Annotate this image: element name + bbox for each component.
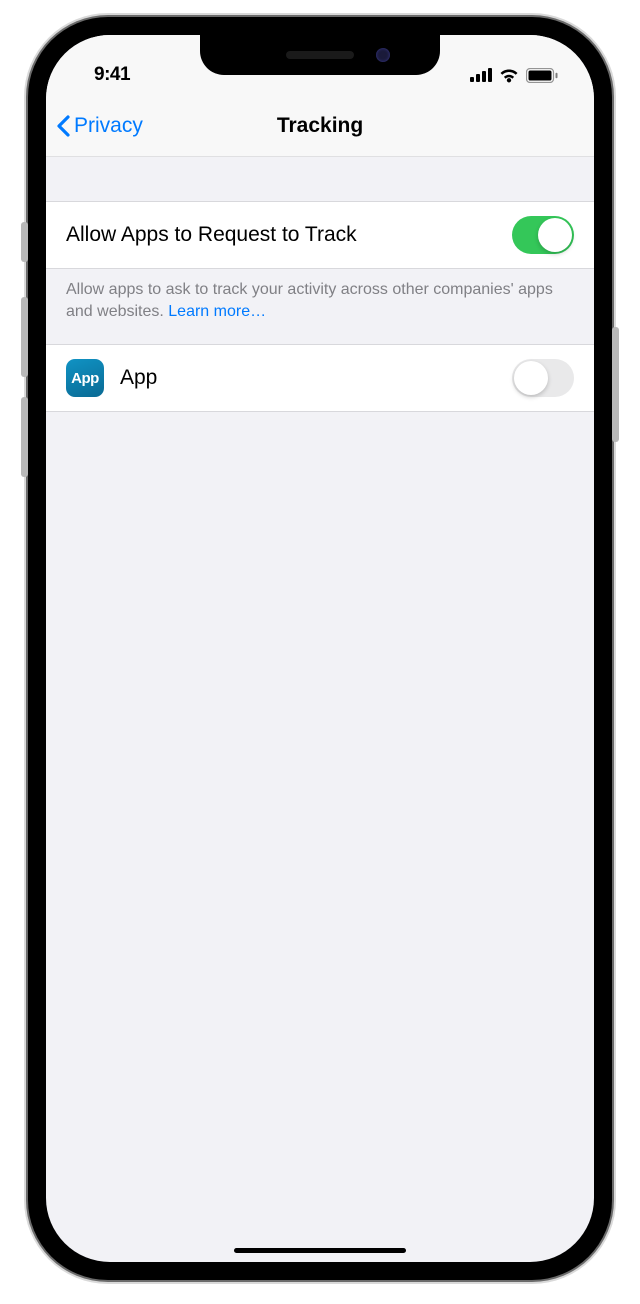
toggle-thumb: [514, 361, 548, 395]
allow-apps-row: Allow Apps to Request to Track: [46, 201, 594, 269]
status-icons: [470, 68, 564, 83]
page-title: Tracking: [277, 114, 363, 138]
app-label: App: [120, 366, 157, 390]
cellular-icon: [470, 68, 492, 82]
learn-more-link[interactable]: Learn more…: [168, 303, 266, 320]
front-camera: [376, 48, 390, 62]
notch: [200, 35, 440, 75]
iphone-device-frame: 9:41: [28, 17, 612, 1280]
back-button[interactable]: Privacy: [56, 114, 143, 138]
status-time: 9:41: [76, 64, 130, 86]
power-button: [612, 327, 619, 442]
allow-apps-footer-text: Allow apps to ask to track your activity…: [66, 281, 553, 320]
allow-apps-label: Allow Apps to Request to Track: [66, 223, 357, 247]
volume-down-button: [21, 397, 28, 477]
battery-icon: [526, 68, 558, 83]
allow-apps-footer: Allow apps to ask to track your activity…: [46, 269, 594, 344]
wifi-icon: [499, 68, 519, 83]
toggle-thumb: [538, 218, 572, 252]
allow-apps-toggle[interactable]: [512, 216, 574, 254]
earpiece-speaker: [286, 51, 354, 59]
section-spacer: [46, 157, 594, 201]
app-icon: App: [66, 359, 104, 397]
app-row-left: App App: [66, 359, 157, 397]
chevron-left-icon: [56, 115, 70, 137]
screen: 9:41: [46, 35, 594, 1262]
home-indicator[interactable]: [234, 1248, 406, 1253]
app-toggle[interactable]: [512, 359, 574, 397]
volume-up-button: [21, 297, 28, 377]
app-tracking-row: App App: [46, 344, 594, 412]
nav-bar: Privacy Tracking: [46, 95, 594, 157]
mute-switch: [21, 222, 28, 262]
back-label: Privacy: [74, 114, 143, 138]
